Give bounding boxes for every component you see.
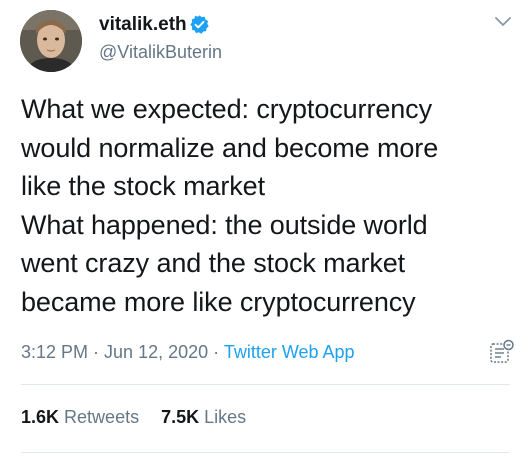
tweet-text-line: like the stock market xyxy=(21,171,265,201)
meta-separator: · xyxy=(88,342,105,362)
tweet-text-line: went crazy and the stock market xyxy=(21,248,406,278)
divider xyxy=(21,452,510,453)
likes-count: 7.5K xyxy=(161,407,200,427)
tweet-text: What we expected: cryptocurrency would n… xyxy=(21,90,521,321)
avatar-image xyxy=(20,10,82,72)
tweet-text-line: became more like cryptocurrency xyxy=(21,286,416,317)
retweets-stat[interactable]: 1.6K Retweets xyxy=(21,407,139,428)
author-handle[interactable]: @VitalikButerin xyxy=(99,42,222,63)
retweets-count: 1.6K xyxy=(21,407,60,427)
tweet-date[interactable]: Jun 12, 2020 xyxy=(104,342,208,362)
profile-avatar[interactable] xyxy=(20,10,82,72)
tweet-text-line: What happened: the outside world xyxy=(21,209,428,240)
chevron-down-icon[interactable] xyxy=(493,14,513,30)
tweet-time[interactable]: 3:12 PM xyxy=(21,342,88,362)
meta-separator: · xyxy=(208,342,224,362)
retweets-label: Retweets xyxy=(64,407,140,427)
tweet-stats: 1.6K Retweets 7.5K Likes xyxy=(21,407,268,428)
tweet-meta: 3:12 PM · Jun 12, 2020 · Twitter Web App xyxy=(21,342,355,363)
analytics-icon[interactable] xyxy=(489,339,515,365)
tweet-text-line: would normalize and become more xyxy=(21,132,439,163)
tweet-source-link[interactable]: Twitter Web App xyxy=(224,342,355,362)
tweet-card: vitalik.eth @VitalikButerin What we expe… xyxy=(0,0,531,460)
likes-label: Likes xyxy=(204,407,247,427)
author-display-name[interactable]: vitalik.eth xyxy=(99,14,187,36)
tweet-text-line: What we expected: cryptocurrency xyxy=(21,94,432,124)
divider xyxy=(21,384,510,385)
likes-stat[interactable]: 7.5K Likes xyxy=(161,407,246,428)
verified-badge-icon xyxy=(189,14,210,35)
